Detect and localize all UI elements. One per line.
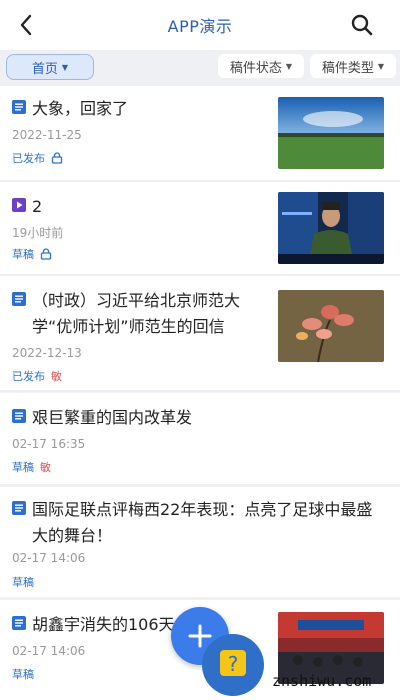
item-time: 02-17 14:06 [12,551,86,565]
list-item[interactable]: 艰巨繁重的国内改革发 02-17 16:35 草稿 敏 [0,393,400,484]
type-filter-label: 稿件类型 [321,60,374,76]
status-badge: 已发布 [12,152,45,165]
doc-icon [12,292,26,306]
sensitive-badge: 敏 [51,370,62,383]
watermark-text: znshiwu.com [272,672,372,690]
watermark: ? znshiwu.com [200,632,400,700]
item-meta: 草稿 敏 [12,459,51,475]
item-time: 19小时前 [12,226,64,240]
back-button[interactable] [14,12,38,38]
doc-icon [12,616,26,630]
item-title: 大象，回家了 [32,99,129,118]
list-item[interactable]: 国际足联点评梅西22年表现：点亮了足球中最盛大的舞台！ 02-17 14:06 … [0,487,400,597]
caret-down-icon: ▼ [377,61,385,71]
item-thumbnail [278,97,384,169]
item-heading: 艰巨繁重的国内改革发 [12,405,388,431]
item-title: 国际足联点评梅西22年表现：点亮了足球中最盛大的舞台！ [32,500,373,545]
item-thumbnail [278,192,384,264]
item-meta: 草稿 [12,246,52,262]
item-heading: 国际足联点评梅西22年表现：点亮了足球中最盛大的舞台！ [12,497,388,549]
page-title: APP演示 [167,17,233,36]
item-title: （时政）习近平给北京师范大学“优师计划”师范生的回信 [32,291,241,336]
item-time: 02-17 16:35 [12,437,86,451]
tab-home-label: 首页 [31,61,58,77]
item-time: 2022-11-25 [12,128,82,142]
item-title: 胡鑫宇消失的106天 [32,615,175,634]
status-badge: 草稿 [12,576,34,589]
sensitive-badge: 敏 [40,461,51,474]
filter-bar: 首页 ▼ 稿件状态 ▼ 稿件类型 ▼ [0,50,400,84]
status-filter-dropdown[interactable]: 稿件状态 ▼ [218,54,304,78]
top-app-bar: APP演示 [0,0,400,50]
status-badge: 已发布 [12,370,45,383]
list-item[interactable]: （时政）习近平给北京师范大学“优师计划”师范生的回信 2022-12-13 已发… [0,276,400,390]
doc-icon [12,100,26,114]
item-meta: 已发布 [12,150,63,166]
item-heading: 2 [12,194,260,220]
item-heading: （时政）习近平给北京师范大学“优师计划”师范生的回信 [12,288,260,340]
list-item[interactable]: 2 19小时前 草稿 [0,182,400,274]
caret-down-icon: ▼ [61,62,69,72]
item-time: 2022-12-13 [12,346,82,360]
chevron-left-icon [20,14,32,36]
tab-home-dropdown[interactable]: 首页 ▼ [6,54,94,80]
item-time: 02-17 14:06 [12,644,86,658]
list-item[interactable]: 大象，回家了 2022-11-25 已发布 [0,86,400,180]
status-badge: 草稿 [12,461,34,474]
doc-icon [12,409,26,423]
lock-icon [51,152,63,164]
item-meta: 已发布 敏 [12,368,62,384]
item-title: 2 [32,197,43,216]
video-icon [12,198,26,212]
item-title: 艰巨繁重的国内改革发 [32,408,193,427]
status-filter-label: 稿件状态 [229,60,282,76]
item-heading: 大象，回家了 [12,96,260,122]
question-icon: ? [202,634,264,696]
item-meta: 草稿 [12,666,34,682]
svg-text:?: ? [228,652,239,676]
caret-down-icon: ▼ [285,61,293,71]
lock-icon [40,248,52,260]
type-filter-dropdown[interactable]: 稿件类型 ▼ [310,54,396,78]
item-thumbnail [278,290,384,362]
status-badge: 草稿 [12,668,34,681]
doc-icon [12,501,26,515]
item-meta: 草稿 [12,574,34,590]
search-button[interactable] [350,13,374,37]
search-icon [351,14,373,36]
status-badge: 草稿 [12,248,34,261]
